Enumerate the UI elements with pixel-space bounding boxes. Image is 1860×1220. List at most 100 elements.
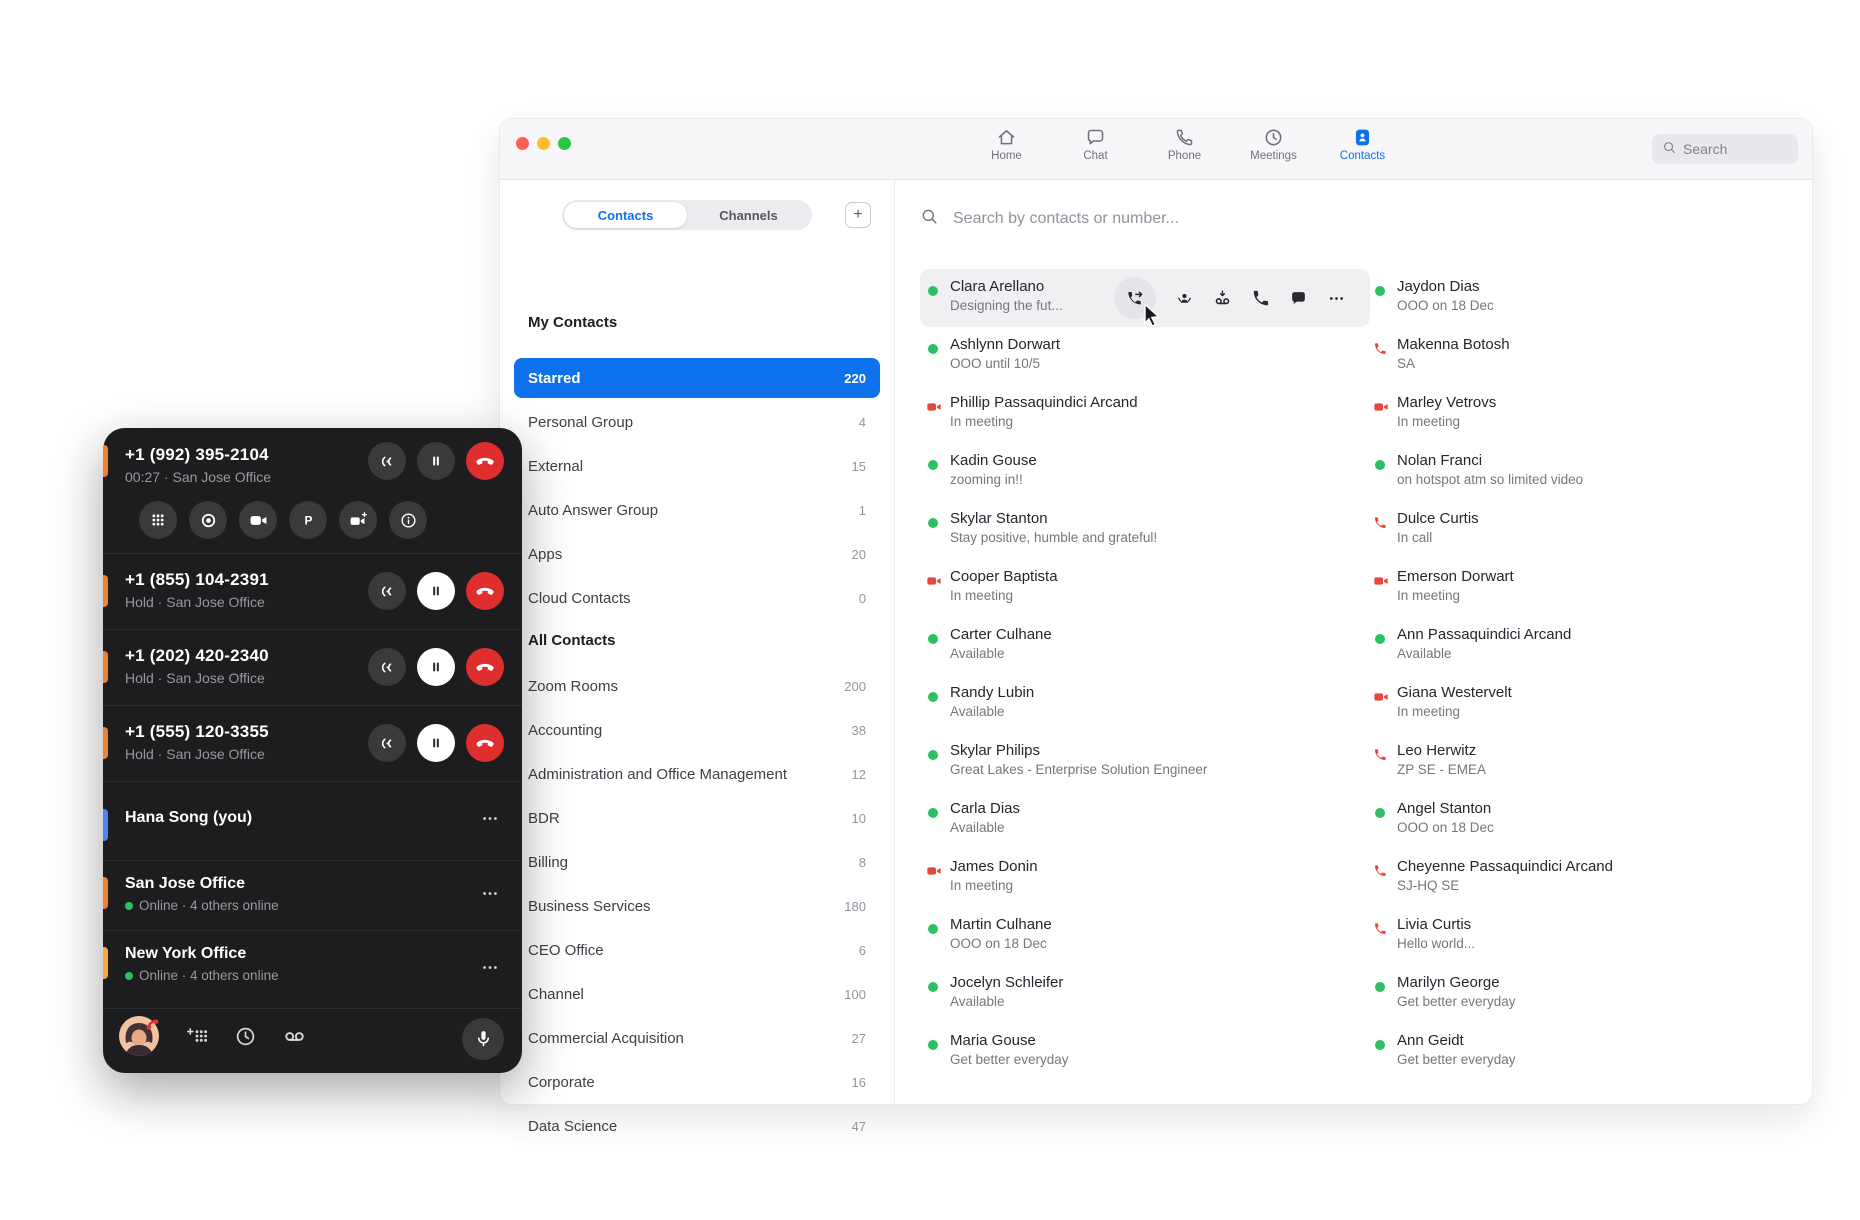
tab-chat[interactable]: Chat bbox=[1051, 126, 1140, 162]
video-button[interactable] bbox=[239, 501, 277, 539]
contact-row[interactable]: Jaydon DiasOOO on 18 Dec bbox=[1367, 269, 1812, 327]
sidebar-item-data-science[interactable]: Data Science47 bbox=[514, 1104, 880, 1148]
microphone-button[interactable] bbox=[462, 1018, 504, 1060]
open-dialpad-button[interactable] bbox=[185, 1025, 208, 1053]
sidebar-item-administration-and-office-management[interactable]: Administration and Office Management12 bbox=[514, 752, 880, 796]
contact-row[interactable]: Randy LubinAvailable bbox=[920, 675, 1370, 733]
call-button[interactable] bbox=[1251, 289, 1270, 308]
end-call-button[interactable] bbox=[466, 648, 504, 686]
tab-phone[interactable]: Phone bbox=[1140, 126, 1229, 162]
contact-row[interactable]: Ashlynn DorwartOOO until 10/5 bbox=[920, 327, 1370, 385]
contact-row[interactable]: Marley VetrovsIn meeting bbox=[1367, 385, 1812, 443]
merge-calls-button[interactable] bbox=[368, 648, 406, 686]
sidebar-item-billing[interactable]: Billing8 bbox=[514, 840, 880, 884]
transfer-to-voicemail-button[interactable] bbox=[1213, 289, 1232, 308]
hold-button[interactable] bbox=[417, 442, 455, 480]
add-video-button[interactable] bbox=[339, 501, 377, 539]
line-row[interactable]: Hana Song (you) bbox=[103, 782, 522, 860]
contact-row[interactable]: Cooper BaptistaIn meeting bbox=[920, 559, 1370, 617]
park-button[interactable]: P bbox=[289, 501, 327, 539]
contact-row[interactable]: Phillip Passaquindici ArcandIn meeting bbox=[920, 385, 1370, 443]
maximize-window-button[interactable] bbox=[558, 137, 571, 150]
line-row[interactable]: San Jose OfficeOnline · 4 others online bbox=[103, 861, 522, 930]
sidebar-item-corporate[interactable]: Corporate16 bbox=[514, 1060, 880, 1104]
record-button[interactable] bbox=[189, 501, 227, 539]
more-options-button[interactable] bbox=[480, 809, 500, 834]
sidebar-item-personal-group[interactable]: Personal Group4 bbox=[514, 400, 880, 444]
global-search-input[interactable]: Search bbox=[1652, 134, 1798, 164]
sidebar-item-label: Corporate bbox=[528, 1074, 595, 1091]
voicemail-button[interactable] bbox=[283, 1025, 306, 1053]
tab-channels[interactable]: Channels bbox=[687, 202, 810, 228]
contact-row[interactable]: Carla DiasAvailable bbox=[920, 791, 1370, 849]
add-contact-button[interactable]: + bbox=[845, 202, 871, 228]
contact-row[interactable]: James DoninIn meeting bbox=[920, 849, 1370, 907]
contact-row[interactable]: Martin CulhaneOOO on 18 Dec bbox=[920, 907, 1370, 965]
more-options-button[interactable] bbox=[480, 957, 500, 982]
tab-meetings[interactable]: Meetings bbox=[1229, 126, 1318, 162]
end-call-button[interactable] bbox=[466, 572, 504, 610]
contact-row[interactable]: Giana WesterveltIn meeting bbox=[1367, 675, 1812, 733]
sidebar-item-ceo-office[interactable]: CEO Office6 bbox=[514, 928, 880, 972]
contact-row[interactable]: Carter CulhaneAvailable bbox=[920, 617, 1370, 675]
sidebar-item-label: Cloud Contacts bbox=[528, 590, 631, 607]
end-call-button[interactable] bbox=[466, 724, 504, 762]
contact-row[interactable]: Kadin Gousezooming in!! bbox=[920, 443, 1370, 501]
tab-contacts[interactable]: Contacts bbox=[1318, 126, 1407, 162]
more-options-button[interactable] bbox=[480, 883, 500, 908]
contact-row[interactable]: Maria GouseGet better everyday bbox=[920, 1023, 1370, 1081]
contact-row[interactable]: Jocelyn SchleiferAvailable bbox=[920, 965, 1370, 1023]
merge-calls-button[interactable] bbox=[368, 572, 406, 610]
contact-row[interactable]: Clara ArellanoDesigning the fut... bbox=[920, 269, 1370, 327]
more-button[interactable] bbox=[1327, 289, 1346, 308]
merge-calls-button[interactable] bbox=[368, 724, 406, 762]
info-button[interactable] bbox=[389, 501, 427, 539]
contact-row[interactable]: Leo HerwitzZP SE - EMEA bbox=[1367, 733, 1812, 791]
sidebar-item-business-services[interactable]: Business Services180 bbox=[514, 884, 880, 928]
sidebar-item-channel[interactable]: Channel100 bbox=[514, 972, 880, 1016]
chat-button[interactable] bbox=[1289, 289, 1308, 308]
contact-row[interactable]: Emerson DorwartIn meeting bbox=[1367, 559, 1812, 617]
keypad-button[interactable] bbox=[139, 501, 177, 539]
contact-row[interactable]: Ann Passaquindici ArcandAvailable bbox=[1367, 617, 1812, 675]
contact-row[interactable]: Livia CurtisHello world... bbox=[1367, 907, 1812, 965]
end-call-button[interactable] bbox=[466, 442, 504, 480]
sidebar-item-bdr[interactable]: BDR10 bbox=[514, 796, 880, 840]
sidebar-item-accounting[interactable]: Accounting38 bbox=[514, 708, 880, 752]
contact-row[interactable]: Nolan Francion hotspot atm so limited vi… bbox=[1367, 443, 1812, 501]
contact-row[interactable]: Ann GeidtGet better everyday bbox=[1367, 1023, 1812, 1081]
minimize-window-button[interactable] bbox=[537, 137, 550, 150]
sidebar-item-external[interactable]: External15 bbox=[514, 444, 880, 488]
sidebar-item-auto-answer-group[interactable]: Auto Answer Group1 bbox=[514, 488, 880, 532]
hold-button[interactable] bbox=[417, 572, 455, 610]
call-history-button[interactable] bbox=[234, 1025, 257, 1053]
close-window-button[interactable] bbox=[516, 137, 529, 150]
line-row[interactable]: New York OfficeOnline · 4 others online bbox=[103, 931, 522, 1008]
contact-name: Livia Curtis bbox=[1397, 915, 1812, 934]
user-avatar[interactable] bbox=[119, 1016, 159, 1061]
invite-to-meeting-button[interactable] bbox=[1175, 289, 1194, 308]
sidebar-item-starred[interactable]: Starred220 bbox=[514, 358, 880, 398]
contact-row[interactable]: Marilyn GeorgeGet better everyday bbox=[1367, 965, 1812, 1023]
sidebar-item-cloud-contacts[interactable]: Cloud Contacts0 bbox=[514, 576, 880, 620]
contact-row[interactable]: Dulce CurtisIn call bbox=[1367, 501, 1812, 559]
contact-row[interactable]: Skylar StantonStay positive, humble and … bbox=[920, 501, 1370, 559]
sidebar-item-zoom-rooms[interactable]: Zoom Rooms200 bbox=[514, 664, 880, 708]
sidebar-item-count: 27 bbox=[852, 1031, 866, 1046]
line-accent-bar bbox=[103, 445, 108, 477]
nav-label: Chat bbox=[1083, 150, 1107, 162]
contact-row[interactable]: Angel StantonOOO on 18 Dec bbox=[1367, 791, 1812, 849]
contact-row[interactable]: Skylar PhilipsGreat Lakes - Enterprise S… bbox=[920, 733, 1370, 791]
tab-contacts[interactable]: Contacts bbox=[564, 202, 687, 228]
hold-button[interactable] bbox=[417, 724, 455, 762]
hold-button[interactable] bbox=[417, 648, 455, 686]
contact-name: Marilyn George bbox=[1397, 973, 1812, 992]
sidebar-item-commercial-acquisition[interactable]: Commercial Acquisition27 bbox=[514, 1016, 880, 1060]
contact-status: In meeting bbox=[1397, 702, 1812, 721]
contact-row[interactable]: Cheyenne Passaquindici ArcandSJ-HQ SE bbox=[1367, 849, 1812, 907]
sidebar-item-apps[interactable]: Apps20 bbox=[514, 532, 880, 576]
contacts-search-input[interactable]: Search by contacts or number... bbox=[920, 205, 1780, 233]
merge-calls-button[interactable] bbox=[368, 442, 406, 480]
tab-home[interactable]: Home bbox=[962, 126, 1051, 162]
contact-row[interactable]: Makenna BotoshSA bbox=[1367, 327, 1812, 385]
